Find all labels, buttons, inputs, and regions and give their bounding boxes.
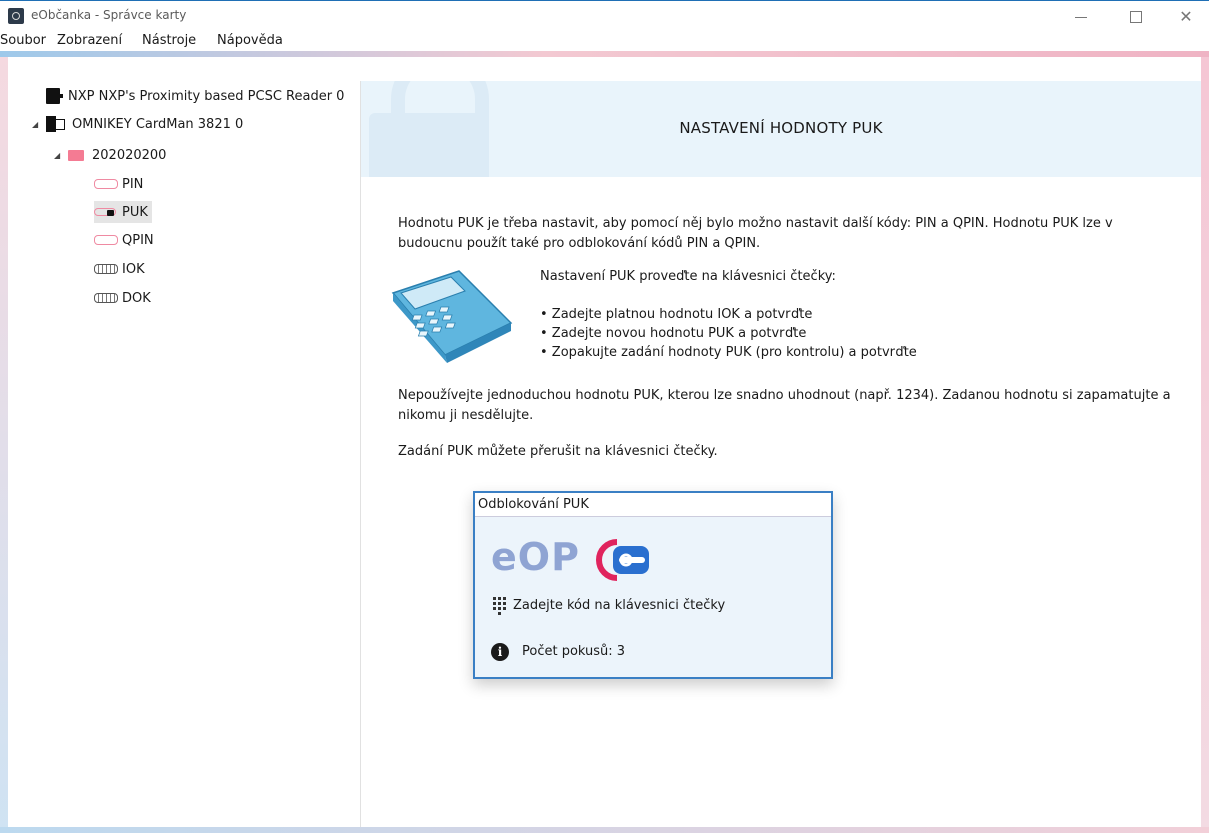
close-button[interactable]: ✕ (1163, 5, 1209, 29)
dialog-title: Odblokování PUK (478, 497, 589, 512)
left-border-accent (0, 57, 8, 833)
menu-nastroje[interactable]: Nástroje (142, 33, 196, 48)
menu-zobrazeni[interactable]: Zobrazení (57, 33, 122, 48)
keypad-icon (493, 597, 506, 615)
dok-key-icon (94, 293, 118, 303)
menu-soubor[interactable]: Soubor (0, 33, 46, 48)
pin-key-icon (94, 179, 118, 189)
puk-lock-icon (94, 207, 118, 217)
page-header: NASTAVENÍ HODNOTY PUK (361, 81, 1201, 177)
accent-bar (0, 51, 1209, 57)
card-tree: NXP NXP's Proximity based PCSC Reader 0 … (22, 81, 361, 827)
tree-reader-label: NXP NXP's Proximity based PCSC Reader 0 (68, 88, 345, 104)
maximize-button[interactable] (1113, 5, 1159, 29)
tree-item-pin[interactable]: PIN (94, 173, 143, 195)
eop-logo-icon (596, 539, 649, 581)
tree-item-label: PIN (122, 176, 144, 192)
iok-key-icon (94, 264, 118, 274)
tree-reader-nxp[interactable]: NXP NXP's Proximity based PCSC Reader 0 (32, 85, 344, 107)
app-icon (8, 8, 24, 24)
minimize-icon (1075, 16, 1087, 18)
reader-icon (46, 88, 63, 104)
attempts-count: Počet pokusů: 3 (522, 644, 626, 659)
tree-card[interactable]: ◢ 202020200 (54, 144, 166, 166)
app-window: eObčanka - Správce karty ✕ Soubor Zobraz… (0, 0, 1209, 833)
cancel-note: Zadání PUK můžete přerušit na klávesnici… (398, 444, 718, 459)
tree-reader-label: OMNIKEY CardMan 3821 0 (72, 116, 244, 132)
tree-item-puk[interactable]: PUK (94, 201, 152, 223)
tree-item-qpin[interactable]: QPIN (94, 229, 154, 251)
card-reader-icon (46, 116, 66, 132)
tree-item-label: DOK (122, 290, 151, 306)
step-item: • Zadejte novou hodnotu PUK a potvrďte (540, 326, 807, 341)
menu-bar: Soubor Zobrazení Nástroje Nápověda (0, 31, 1209, 51)
right-border-accent (1201, 57, 1209, 833)
window-title: eObčanka - Správce karty (31, 8, 187, 22)
close-icon: ✕ (1179, 7, 1193, 26)
minimize-button[interactable] (1058, 5, 1104, 29)
info-icon: i (491, 643, 509, 661)
pin-pad-reader-icon (391, 270, 513, 363)
eop-logo-text: eOP (491, 535, 580, 579)
unblock-puk-dialog: Odblokování PUK eOP Zadejte kód na kláve… (473, 491, 833, 679)
tree-item-label: IOK (122, 261, 145, 277)
warning-text-line2: nikomu ji nesdělujte. (398, 408, 534, 423)
title-bar[interactable]: eObčanka - Správce karty ✕ (0, 1, 1209, 31)
page-title: NASTAVENÍ HODNOTY PUK (679, 119, 883, 137)
dialog-prompt: Zadejte kód na klávesnici čtečky (513, 598, 726, 613)
menu-napoveda[interactable]: Nápověda (217, 33, 283, 48)
maximize-icon (1130, 11, 1142, 23)
step-item: • Zopakujte zadání hodnoty PUK (pro kont… (540, 345, 917, 360)
bottom-border-accent (0, 827, 1209, 833)
tree-item-dok[interactable]: DOK (94, 287, 151, 309)
collapse-arrow-icon[interactable]: ◢ (32, 120, 42, 129)
step-item: • Zadejte platnou hodnotu IOK a potvrďte (540, 307, 813, 322)
collapse-arrow-icon[interactable]: ◢ (54, 151, 64, 160)
main-panel: NASTAVENÍ HODNOTY PUK Hodnotu PUK je tře… (361, 81, 1201, 827)
intro-text-line1: Hodnotu PUK je třeba nastavit, aby pomoc… (398, 216, 1113, 231)
tree-item-iok[interactable]: IOK (94, 258, 145, 280)
tree-item-label: QPIN (122, 232, 154, 248)
tree-card-label: 202020200 (92, 147, 167, 163)
qpin-key-icon (94, 235, 118, 245)
tree-reader-omnikey[interactable]: ◢ OMNIKEY CardMan 3821 0 (32, 113, 243, 135)
dialog-title-bar[interactable]: Odblokování PUK (475, 493, 831, 517)
intro-text-line2: budoucnu použít také pro odblokování kód… (398, 236, 761, 251)
id-card-icon (68, 149, 84, 161)
instructions-heading: Nastavení PUK proveďte na klávesnici čte… (540, 269, 836, 284)
warning-text-line1: Nepoužívejte jednoduchou hodnotu PUK, kt… (398, 388, 1171, 403)
tree-item-label: PUK (122, 204, 148, 220)
